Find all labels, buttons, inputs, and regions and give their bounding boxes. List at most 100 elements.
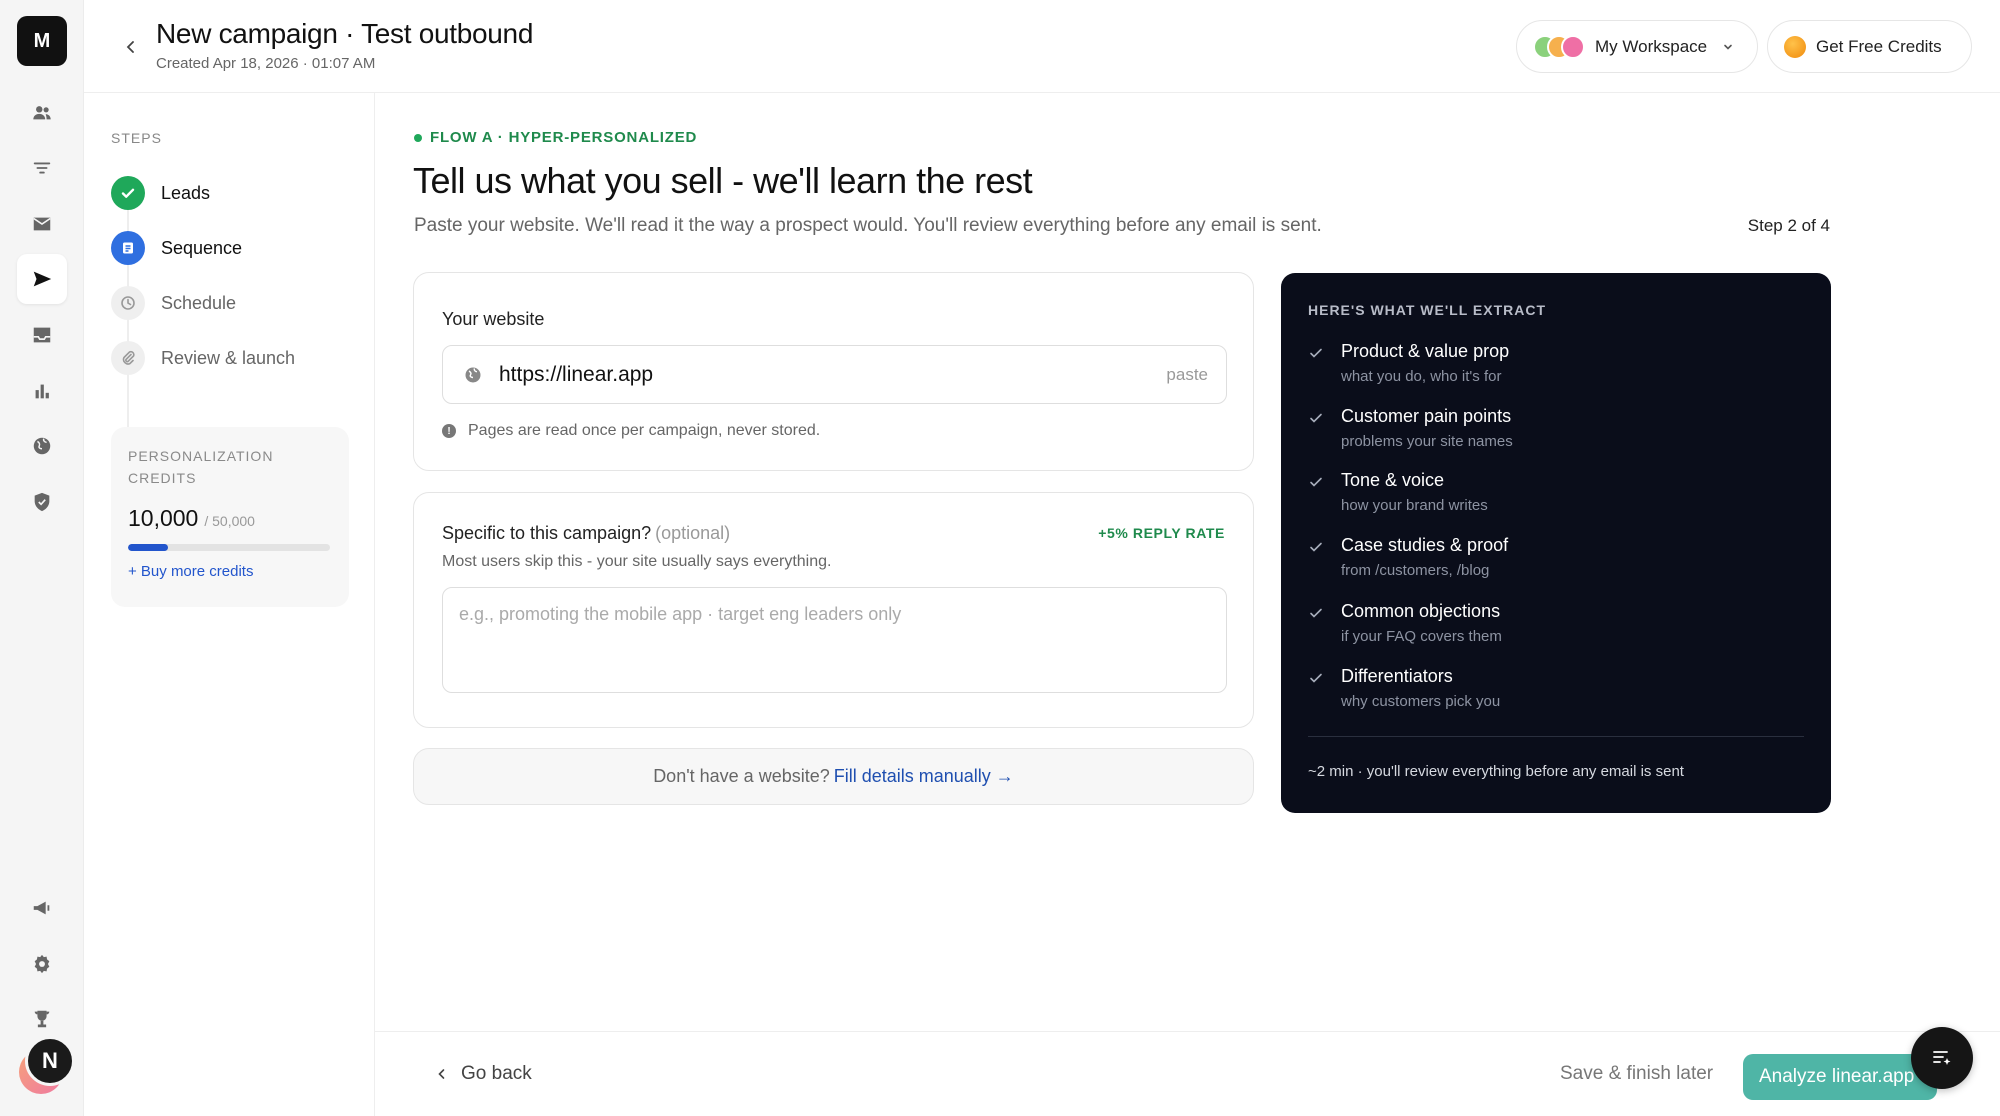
website-url-input[interactable]: https://linear.app paste xyxy=(442,345,1227,404)
settings-icon[interactable] xyxy=(17,939,67,989)
globe-icon[interactable] xyxy=(17,421,67,471)
get-free-credits-button[interactable]: Get Free Credits xyxy=(1767,20,1972,73)
personalization-credits-card: PERSONALIZATION CREDITS 10,000 / 50,000 … xyxy=(111,427,349,607)
step-sequence[interactable]: Sequence xyxy=(111,231,242,265)
campaign-specific-label: Specific to this campaign? xyxy=(442,523,652,543)
extract-item-desc: from /customers, /blog xyxy=(1341,562,1490,579)
chevron-down-icon xyxy=(1721,40,1735,54)
credits-value-row: 10,000 / 50,000 xyxy=(128,505,332,532)
workspace-label: My Workspace xyxy=(1595,36,1708,56)
extract-heading: HERE'S WHAT WE'LL EXTRACT xyxy=(1308,302,1547,318)
extract-item-desc: what you do, who it's for xyxy=(1341,368,1502,385)
mail-icon[interactable] xyxy=(17,199,67,249)
privacy-note-text: Pages are read once per campaign, never … xyxy=(468,422,821,439)
workspace-avatars xyxy=(1533,34,1587,59)
step-label: Schedule xyxy=(161,292,237,313)
extract-item-desc: if your FAQ covers them xyxy=(1341,628,1502,645)
users-icon[interactable] xyxy=(17,88,67,138)
main-heading: Tell us what you sell - we'll learn the … xyxy=(413,160,1033,201)
step-schedule[interactable]: Schedule xyxy=(111,286,236,320)
paste-hint[interactable]: paste xyxy=(1166,365,1208,385)
extract-item-title: Differentiators xyxy=(1341,666,1453,686)
analyze-button[interactable]: Analyze linear.app xyxy=(1743,1054,1937,1100)
check-icon xyxy=(1310,542,1322,552)
avatar[interactable]: N xyxy=(25,1036,75,1086)
step-label: Leads xyxy=(161,182,211,203)
filter-icon[interactable] xyxy=(17,143,67,193)
list-sparkle-icon xyxy=(1933,1051,1951,1065)
extract-panel: HERE'S WHAT WE'LL EXTRACT Product & valu… xyxy=(1281,273,1831,813)
credits-progress-bar xyxy=(128,544,330,551)
user-avatar-stack[interactable]: N xyxy=(19,1036,79,1096)
top-header: New campaign · Test outbound Created Apr… xyxy=(84,0,2000,93)
go-back-button[interactable]: Go back xyxy=(435,1063,532,1085)
megaphone-icon[interactable] xyxy=(17,883,67,933)
campaign-specific-title: Specific to this campaign? (optional) xyxy=(442,523,730,544)
check-icon xyxy=(111,176,145,210)
credits-title: PERSONALIZATION CREDITS xyxy=(128,448,274,486)
extract-item-title: Customer pain points xyxy=(1341,406,1512,426)
extract-item-title: Case studies & proof xyxy=(1341,535,1509,555)
chevron-left-icon[interactable] xyxy=(120,36,142,58)
check-icon xyxy=(1310,348,1322,358)
campaign-specific-card: Specific to this campaign? (optional) +5%… xyxy=(413,492,1254,728)
campaign-specific-textarea[interactable] xyxy=(442,587,1227,693)
extract-item-title: Common objections xyxy=(1341,601,1501,621)
flow-tag: FLOW A · HYPER-PERSONALIZED xyxy=(414,129,697,146)
workspace-switcher[interactable]: My Workspace xyxy=(1516,20,1758,73)
steps-heading: STEPS xyxy=(111,130,162,146)
created-timestamp: Created Apr 18, 2026 · 01:07 AM xyxy=(156,55,376,72)
step-leads[interactable]: Leads xyxy=(111,176,210,210)
website-url-value[interactable]: https://linear.app xyxy=(499,363,1166,387)
coin-icon xyxy=(1784,35,1806,58)
inbox-icon[interactable] xyxy=(17,310,67,360)
campaign-specific-subtitle: Most users skip this - your site usually… xyxy=(442,553,832,570)
footer-bar: Go back Save & finish later Analyze line… xyxy=(375,1031,2000,1116)
step-label: Sequence xyxy=(161,237,243,258)
extract-footer-note: ~2 min · you'll review everything before… xyxy=(1308,763,1684,780)
credits-progress-fill xyxy=(128,544,169,551)
flow-tag-label: FLOW A · HYPER-PERSONALIZED xyxy=(430,129,698,146)
extract-item-desc: problems your site names xyxy=(1341,433,1513,450)
bar-chart-icon[interactable] xyxy=(17,366,67,416)
assistant-fab[interactable] xyxy=(1911,1027,1973,1089)
divider xyxy=(1308,736,1804,737)
reply-rate-badge: +5% REPLY RATE xyxy=(1098,525,1225,541)
workspace-logo[interactable]: M xyxy=(17,16,67,66)
extract-item-title: Tone & voice xyxy=(1341,470,1445,490)
info-icon: ! xyxy=(442,424,456,438)
extract-item-desc: why customers pick you xyxy=(1341,693,1501,710)
extract-item-title: Product & value prop xyxy=(1341,341,1510,361)
step-counter: Step 2 of 4 xyxy=(1747,216,1830,235)
credits-remaining: 10,000 xyxy=(128,505,199,531)
website-card: Your website https://linear.app paste ! … xyxy=(413,272,1254,471)
shield-icon[interactable] xyxy=(17,477,67,527)
fill-details-manually-link[interactable]: Fill details manually → xyxy=(834,766,1014,787)
check-icon xyxy=(1310,413,1322,423)
paperclip-icon xyxy=(111,341,145,375)
globe-icon xyxy=(465,367,481,382)
status-dot xyxy=(414,133,422,142)
page-title: New campaign · Test outbound xyxy=(156,18,534,49)
manual-details-bar[interactable]: Don't have a website? Fill details manua… xyxy=(413,748,1254,805)
privacy-note: ! Pages are read once per campaign, neve… xyxy=(442,422,820,440)
manual-prompt: Don't have a website? xyxy=(653,766,830,786)
main-subtitle: Paste your website. We'll read it the wa… xyxy=(414,215,1322,236)
step-review-launch[interactable]: Review & launch xyxy=(111,341,295,375)
clock-icon xyxy=(111,286,145,320)
steps-panel: STEPS Leads Sequence Schedule Review & l… xyxy=(84,93,375,1116)
extract-item-desc: how your brand writes xyxy=(1341,497,1488,514)
optional-tag: (optional) xyxy=(655,523,731,543)
check-icon xyxy=(1310,608,1322,618)
left-rail: M N xyxy=(0,0,84,1116)
chevron-left-icon xyxy=(438,1069,445,1079)
sequence-icon xyxy=(111,231,145,265)
send-icon[interactable] xyxy=(17,254,67,304)
buy-more-credits-link[interactable]: + Buy more credits xyxy=(128,563,332,580)
step-label: Review & launch xyxy=(161,347,296,368)
go-back-label: Go back xyxy=(461,1063,532,1084)
get-free-credits-label: Get Free Credits xyxy=(1816,36,1942,56)
website-label: Your website xyxy=(442,309,545,329)
save-finish-later-button[interactable]: Save & finish later xyxy=(1560,1063,1713,1085)
check-icon xyxy=(1310,477,1322,487)
